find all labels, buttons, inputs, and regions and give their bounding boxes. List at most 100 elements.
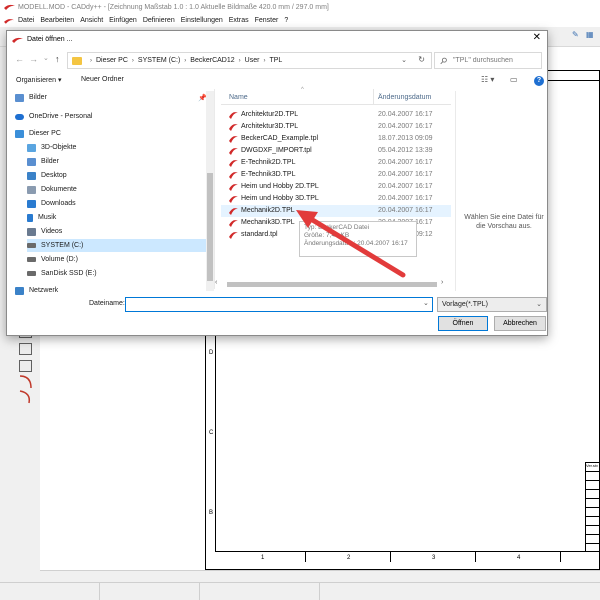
file-row[interactable]: Heim und Hobby 3D.TPL 20.04.2007 16:17 [221,193,451,205]
refresh-icon[interactable]: ↻ [418,55,425,64]
nav-item-sandisk-e[interactable]: SanDisk SSD (E:) [27,267,211,280]
tool-book-icon[interactable] [19,343,32,355]
new-folder-button[interactable]: Neuer Ordner [81,76,124,83]
beckercad-file-icon [229,124,238,131]
column-header-date[interactable]: Änderungsdatum [378,94,431,101]
recent-locations-button[interactable]: ⌄ [43,54,49,62]
tool-arc2-icon[interactable] [19,390,32,404]
document-icon [4,18,14,24]
pane-divider[interactable] [214,89,215,289]
nav-item-bilder[interactable]: Bilder [27,155,211,168]
grid-tool-icon[interactable]: ▦ [586,30,594,39]
search-box[interactable] [434,52,542,69]
filetype-select[interactable]: Vorlage(*.TPL) ⌄ [437,297,547,312]
nav-item-dokumente[interactable]: Dokumente [27,183,211,196]
file-row[interactable]: BeckerCAD_Example.tpl 18.07.2013 09:09 [221,133,451,145]
beckercad-file-icon [229,184,238,191]
file-row[interactable]: Architektur2D.TPL 20.04.2007 16:17 [221,109,451,121]
file-name: Architektur3D.TPL [241,123,299,130]
nav-item-videos[interactable]: Videos [27,225,211,238]
nav-item-netzwerk[interactable]: Netzwerk [15,284,205,297]
beckercad-file-icon [229,172,238,179]
scroll-right-icon[interactable]: › [441,279,443,286]
breadcrumb-tpl[interactable]: TPL [269,57,282,64]
canvas-horizontal-scrollbar[interactable] [40,570,600,580]
breadcrumb-user[interactable]: User [245,57,260,64]
menu-einfuegen[interactable]: Einfügen [109,17,137,24]
column-divider[interactable] [373,89,374,105]
command-bar: Organisieren ▾ Neuer Ordner ☷ ▾ ▭ ? [7,73,547,89]
breadcrumb-dieser-pc[interactable]: Dieser PC [96,57,128,64]
nav-item-desktop[interactable]: Desktop [27,169,211,182]
file-row-mechanik2d[interactable]: Mechanik2D.TPL 20.04.2007 16:17 [221,205,451,217]
breadcrumb-system-c[interactable]: SYSTEM (C:) [138,57,180,64]
nav-item-onedrive[interactable]: OneDrive - Personal [15,110,205,123]
search-input[interactable] [451,56,541,65]
column-number-4: 4 [517,555,521,561]
nav-item-volume-d[interactable]: Volume (D:) [27,253,211,266]
breadcrumb-separator[interactable]: › [263,58,265,64]
file-row[interactable]: Heim und Hobby 2D.TPL 20.04.2007 16:17 [221,181,451,193]
up-button[interactable]: ↑ [55,54,60,64]
column-header-name[interactable]: Name [229,94,248,101]
breadcrumb-separator[interactable]: › [184,58,186,64]
tool-rect-icon[interactable] [19,360,32,372]
menu-definieren[interactable]: Definieren [143,17,175,24]
nav-item-downloads[interactable]: Downloads [27,197,211,210]
address-bar[interactable]: › Dieser PC › SYSTEM (C:) › BeckerCAD12 … [67,52,432,69]
3d-objects-icon [27,143,36,152]
menu-fenster[interactable]: Fenster [255,17,279,24]
app-title: MODELL.MOD - CADdy++ - [Zeichnung Maßsta… [18,3,329,11]
scrollbar-thumb[interactable] [207,173,213,281]
beckercad-file-icon [229,232,238,239]
nav-item-label: OneDrive - Personal [29,113,93,120]
breadcrumb-beckercad12[interactable]: BeckerCAD12 [190,57,234,64]
breadcrumb-separator[interactable]: › [132,58,134,64]
menu-bearbeiten[interactable]: Bearbeiten [40,17,74,24]
open-button[interactable]: Öffnen [438,316,488,331]
breadcrumb-separator[interactable]: › [239,58,241,64]
nav-item-bilder-quick[interactable]: Bilder 📌 [15,91,207,104]
view-options-icon[interactable]: ☷ ▾ [481,75,494,84]
organize-button[interactable]: Organisieren ▾ [16,76,62,84]
menu-einstellungen[interactable]: Einstellungen [181,17,223,24]
pen-tool-icon[interactable]: ✎ [572,30,579,39]
nav-item-3d-objekte[interactable]: 3D-Objekte [27,141,211,154]
nav-item-musik[interactable]: Musik [27,211,211,224]
preview-pane-icon[interactable]: ▭ [510,75,518,84]
filename-label: Dateiname: [89,300,125,307]
forward-button[interactable]: → [29,54,38,64]
pictures-icon [27,157,36,166]
menu-ansicht[interactable]: Ansicht [80,17,103,24]
computer-icon [15,129,24,138]
chevron-down-icon[interactable]: ⌄ [401,56,407,64]
file-date: 20.04.2007 16:17 [378,159,433,166]
column-tick [475,552,476,562]
scrollbar-thumb[interactable] [227,282,437,287]
nav-item-system-c[interactable]: SYSTEM (C:) [27,239,211,252]
filename-input[interactable] [125,297,433,312]
nav-item-label: Downloads [41,200,76,207]
help-icon[interactable]: ? [534,76,544,86]
file-row[interactable]: E-Technik2D.TPL 20.04.2007 16:17 [221,157,451,169]
back-button[interactable]: ← [15,54,24,64]
dialog-titlebar[interactable]: Datei öffnen ... ✕ [7,31,547,48]
chevron-down-icon[interactable]: ⌄ [423,299,429,307]
menu-extras[interactable]: Extras [229,17,249,24]
nav-item-dieser-pc[interactable]: Dieser PC [15,127,205,140]
nav-item-label: Bilder [41,158,59,165]
close-icon[interactable]: ✕ [533,32,541,43]
menu-datei[interactable]: Datei [18,17,34,24]
file-row[interactable]: Architektur3D.TPL 20.04.2007 16:17 [221,121,451,133]
file-row[interactable]: DWGDXF_IMPORT.tpl 05.04.2012 13:39 [221,145,451,157]
title-block [585,462,600,552]
chevron-down-icon: ⌄ [536,301,542,308]
scroll-left-icon[interactable]: ‹ [215,279,217,286]
menu-help[interactable]: ? [284,17,288,24]
cancel-button[interactable]: Abbrechen [494,316,546,331]
tool-arc-icon[interactable] [19,375,32,389]
file-row[interactable]: E-Technik3D.TPL 20.04.2007 16:17 [221,169,451,181]
navigation-pane-scrollbar[interactable] [206,91,214,291]
drive-icon [27,243,36,248]
file-list-horizontal-scrollbar[interactable]: ‹ › [215,279,455,289]
